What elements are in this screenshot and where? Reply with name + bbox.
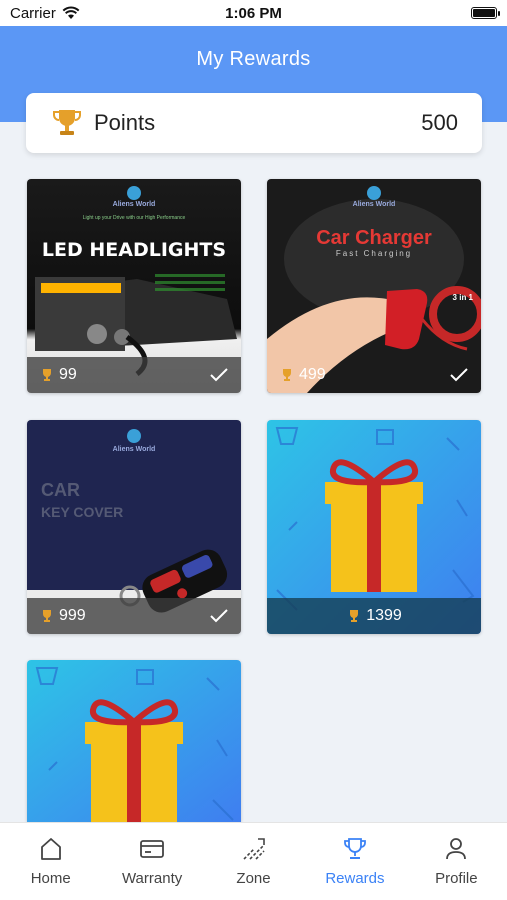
check-icon [210, 609, 228, 623]
check-icon [450, 368, 468, 382]
reward-badge: 3 in 1 [452, 293, 473, 302]
brand-logo: Aliens World [112, 201, 156, 208]
reward-points: 999 [59, 607, 86, 624]
tab-bar: Home Warranty Zone Rewards Profile [0, 822, 507, 900]
reward-footer: 1399 [267, 598, 481, 634]
trophy-icon [43, 610, 51, 622]
tab-rewards-label: Rewards [325, 870, 385, 887]
reward-points: 1399 [366, 607, 402, 624]
card-icon [140, 840, 165, 858]
tab-rewards[interactable]: Rewards [304, 823, 405, 900]
tab-warranty-label: Warranty [121, 870, 183, 887]
trophy-icon [53, 110, 81, 135]
points-card: Points 500 [26, 93, 482, 153]
profile-icon [446, 838, 467, 860]
carrier-label: Carrier [10, 4, 56, 22]
tab-profile[interactable]: Profile [406, 823, 507, 900]
status-bar: Carrier 1:06 PM [0, 0, 507, 26]
reward-footer: 999 [27, 598, 241, 634]
reward-tagline: Light up your Drive with our High Perfor… [82, 215, 186, 221]
points-label: Points [94, 110, 156, 135]
reward-points: 499 [299, 366, 326, 383]
brand-logo: Aliens World [112, 446, 156, 453]
status-time: 1:06 PM [225, 4, 282, 22]
reward-card-led-headlights[interactable]: Aliens World Light up your Drive with ou… [27, 179, 241, 393]
trophy-icon [43, 369, 51, 381]
reward-points: 99 [59, 366, 77, 383]
tab-profile-label: Profile [435, 870, 478, 887]
home-icon [40, 838, 61, 860]
gift-image [27, 660, 241, 822]
reward-title-line1: CAR [41, 480, 80, 500]
reward-title: LED HEADLIGHTS [41, 239, 227, 261]
reward-footer: 99 [27, 357, 241, 393]
reward-card-car-charger[interactable]: Aliens World Car Charger Fast Charging 3… [267, 179, 481, 393]
battery-icon [471, 7, 500, 19]
trophy-icon [283, 369, 291, 381]
wifi-icon [62, 6, 80, 19]
reward-card-car-key-cover[interactable]: Aliens World CAR KEY COVER 999 [27, 420, 241, 634]
trophy-icon [344, 838, 366, 859]
tab-home-label: Home [30, 870, 71, 887]
check-icon [210, 368, 228, 382]
tab-zone-label: Zone [236, 870, 271, 887]
tab-warranty[interactable]: Warranty [101, 823, 202, 900]
reward-card-gift[interactable]: 1399 [267, 420, 481, 634]
zone-icon [242, 838, 265, 860]
tab-zone[interactable]: Zone [203, 823, 304, 900]
reward-subtitle: Fast Charging [335, 249, 413, 258]
reward-card-gift-2[interactable] [27, 660, 241, 822]
reward-footer: 499 [267, 357, 481, 393]
brand-logo: Aliens World [352, 201, 396, 208]
reward-title: Car Charger [316, 227, 432, 249]
page-title: My Rewards [196, 48, 311, 70]
reward-title-line2: KEY COVER [41, 504, 124, 520]
tab-home[interactable]: Home [0, 823, 101, 900]
points-value: 500 [421, 110, 458, 135]
trophy-icon [350, 610, 359, 622]
